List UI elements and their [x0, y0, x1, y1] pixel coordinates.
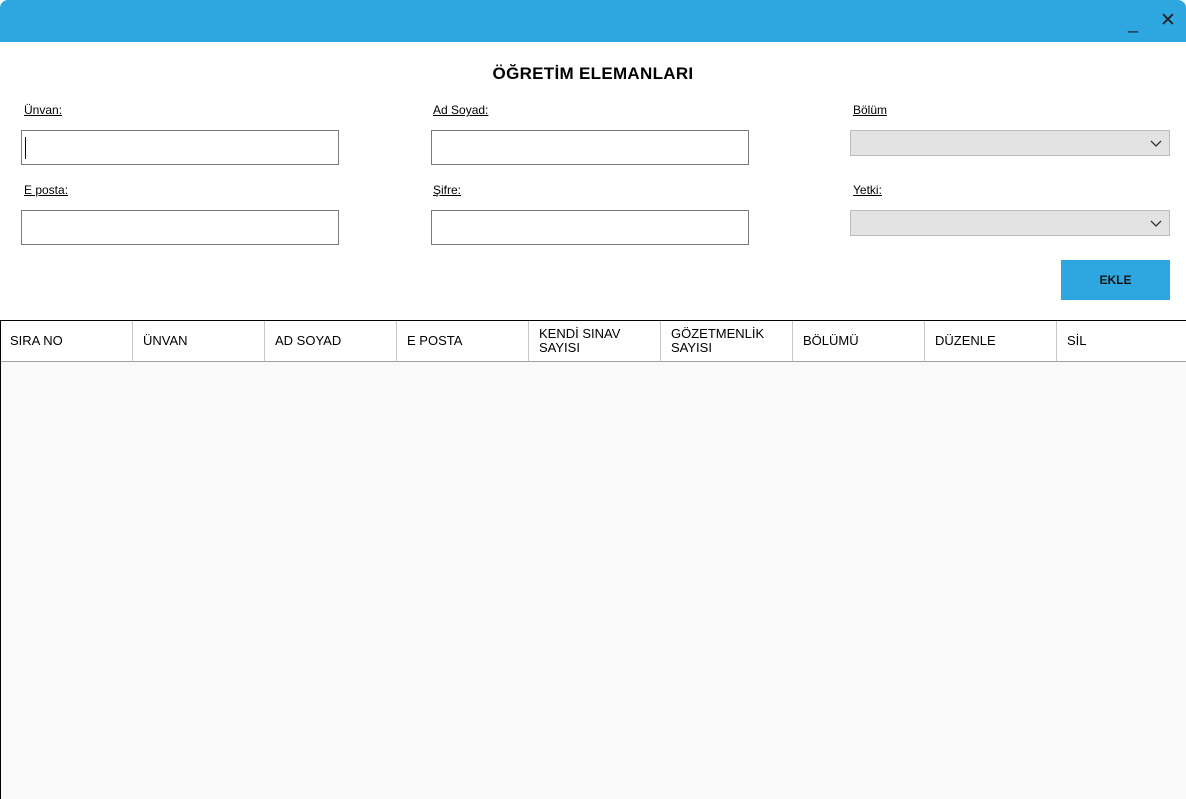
column-header-bolumu[interactable]: BÖLÜMÜ [793, 321, 925, 361]
add-button[interactable]: EKLE [1061, 260, 1170, 300]
app-window: _ ✕ ÖĞRETİM ELEMANLARI Ünvan: Ad Soyad: … [0, 0, 1186, 799]
table-left-border [0, 320, 1, 799]
yetki-select[interactable] [850, 210, 1170, 236]
yetki-label: Yetki: [853, 183, 882, 197]
chevron-down-icon [1150, 140, 1162, 147]
column-header-e-posta[interactable]: E POSTA [397, 321, 529, 361]
page-title: ÖĞRETİM ELEMANLARI [492, 64, 694, 83]
column-header-duzenle[interactable]: DÜZENLE [925, 321, 1057, 361]
eposta-label: E posta: [24, 183, 69, 197]
column-header-sira-no[interactable]: SIRA NO [0, 321, 133, 361]
unvan-input[interactable] [21, 130, 339, 165]
adsoyad-input[interactable] [431, 130, 749, 165]
text-caret [25, 137, 26, 159]
sifre-input[interactable] [431, 210, 749, 245]
minimize-button[interactable]: _ [1118, 6, 1148, 36]
adsoyad-label: Ad Soyad: [433, 103, 489, 117]
column-header-kendi-sinav-sayisi[interactable]: KENDİ SINAV SAYISI [529, 321, 661, 361]
eposta-input[interactable] [21, 210, 339, 245]
column-header-gozetmenlik-sayisi[interactable]: GÖZETMENLİK SAYISI [661, 321, 793, 361]
instructors-table[interactable]: SIRA NO ÜNVAN AD SOYAD E POSTA KENDİ SIN… [0, 320, 1186, 799]
table-header: SIRA NO ÜNVAN AD SOYAD E POSTA KENDİ SIN… [0, 321, 1186, 362]
bolum-label: Bölüm [853, 103, 888, 117]
column-header-sil[interactable]: SİL [1057, 321, 1186, 361]
unvan-label: Ünvan: [24, 103, 63, 117]
chevron-down-icon [1150, 220, 1162, 227]
close-button[interactable]: ✕ [1153, 6, 1183, 36]
bolum-select[interactable] [850, 130, 1170, 156]
title-bar[interactable] [0, 0, 1186, 42]
column-header-ad-soyad[interactable]: AD SOYAD [265, 321, 397, 361]
sifre-label: Şifre: [433, 183, 462, 197]
column-header-unvan[interactable]: ÜNVAN [133, 321, 265, 361]
